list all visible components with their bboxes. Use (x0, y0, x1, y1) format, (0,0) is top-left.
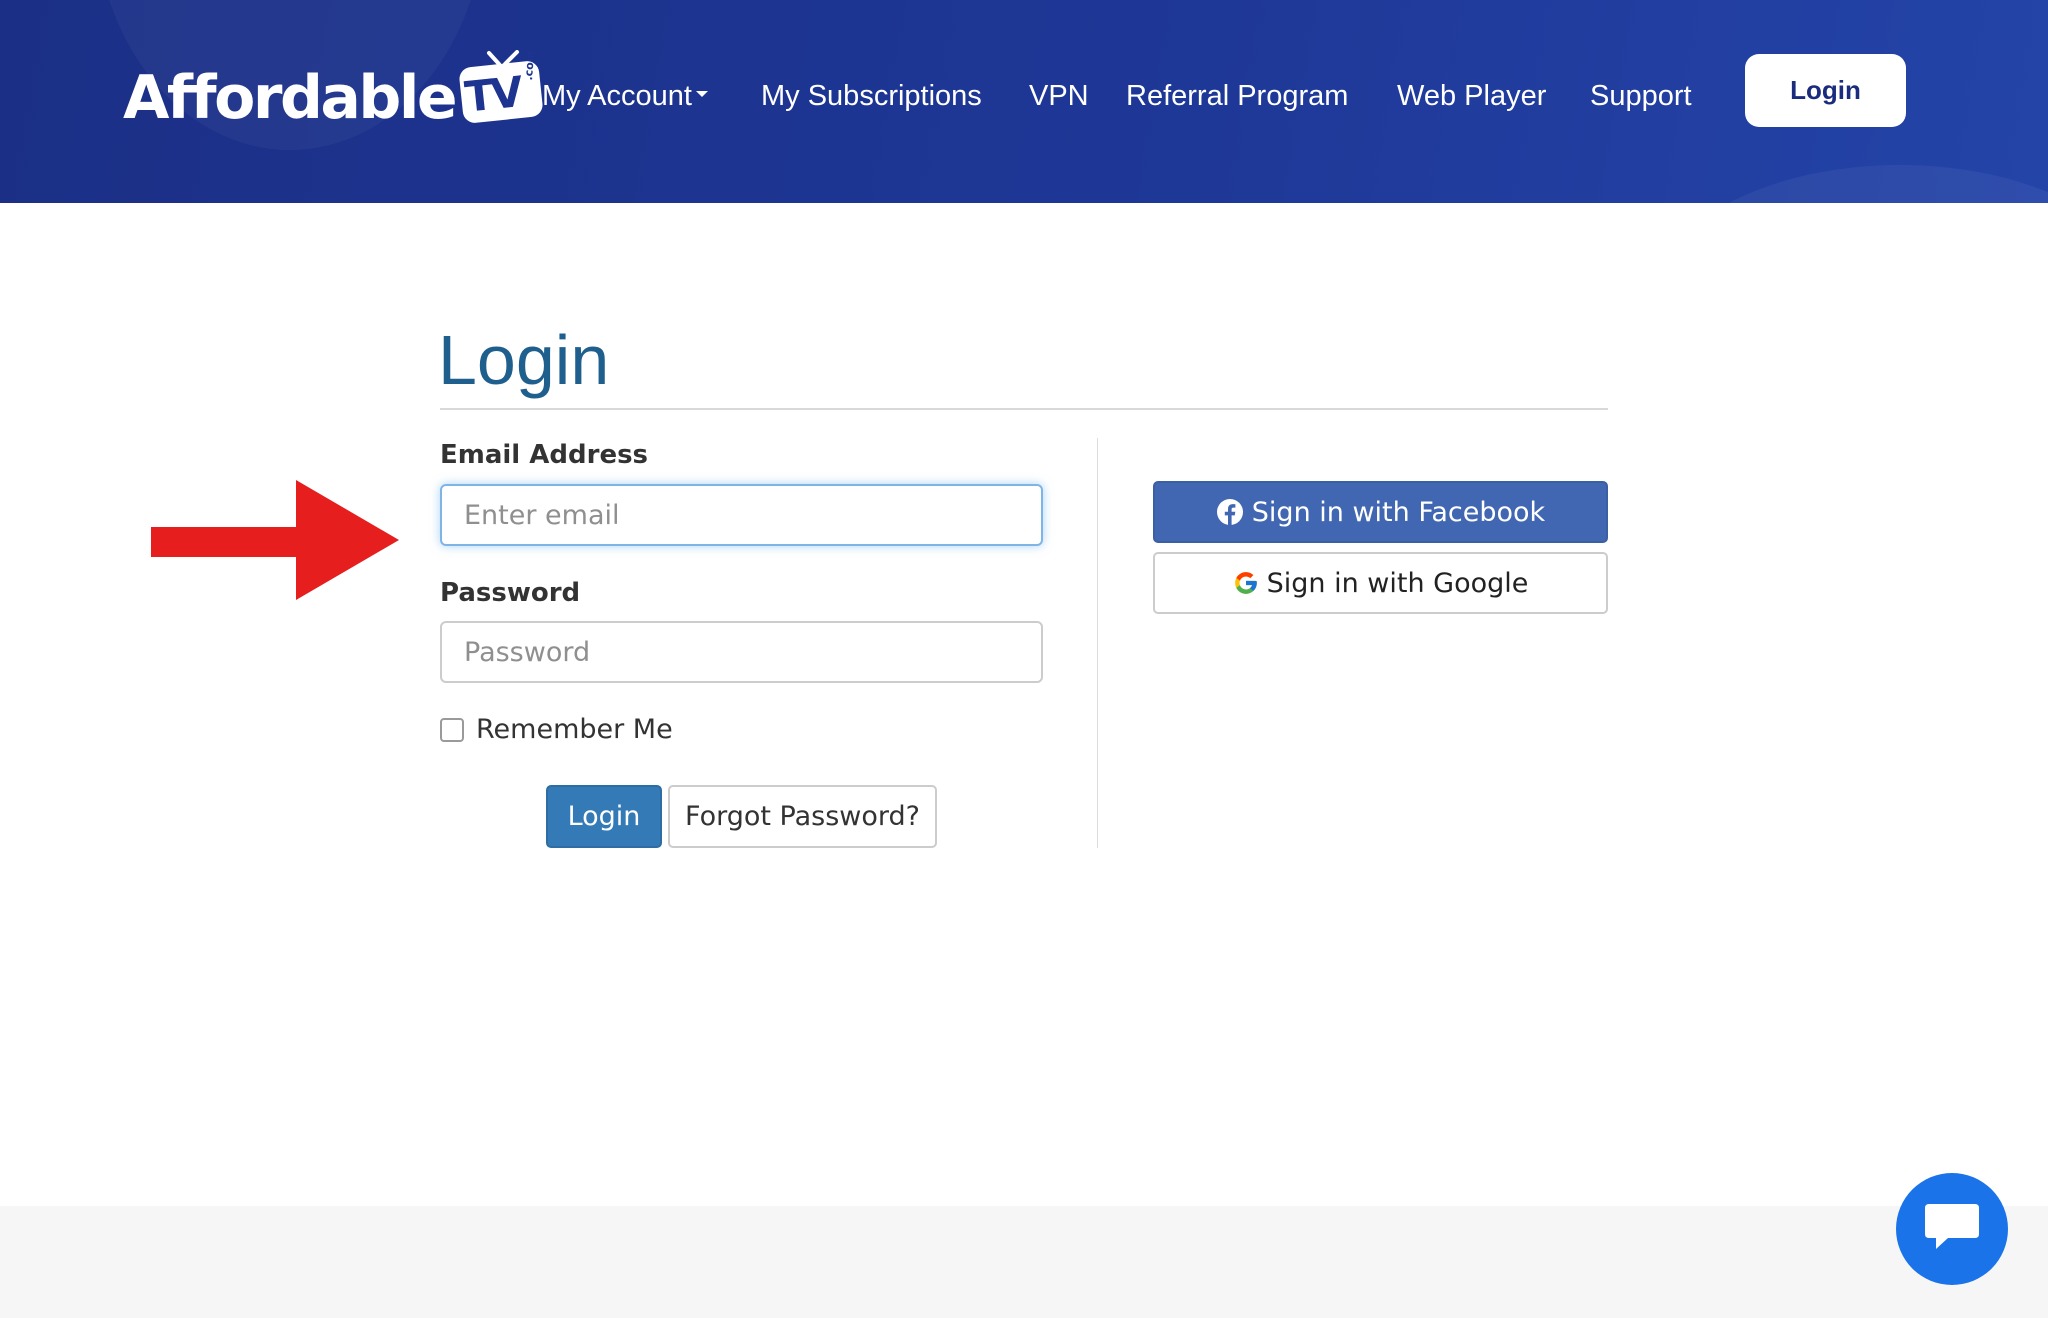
site-header: Affordable TV .com My Account My Subscri… (0, 0, 2048, 203)
nav-item-label: Referral Program (1126, 80, 1349, 112)
remember-me-label: Remember Me (476, 714, 673, 745)
login-submit-button[interactable]: Login (546, 785, 662, 848)
header-login-button[interactable]: Login (1745, 54, 1906, 127)
main-nav: My Account My Subscriptions VPN Referral… (0, 0, 2048, 192)
google-icon (1233, 570, 1259, 596)
red-arrow-annotation (151, 480, 399, 600)
nav-my-account[interactable]: My Account (542, 78, 708, 114)
column-divider (1097, 438, 1098, 848)
chat-widget-button[interactable] (1896, 1173, 2008, 1285)
google-signin-label: Sign in with Google (1266, 567, 1529, 599)
nav-referral-program[interactable]: Referral Program (1126, 78, 1348, 114)
email-input[interactable] (440, 484, 1043, 546)
caret-down-icon (695, 91, 708, 98)
remember-me[interactable]: Remember Me (440, 713, 673, 747)
forgot-password-button[interactable]: Forgot Password? (668, 785, 937, 848)
nav-item-label: My Subscriptions (761, 80, 982, 112)
page-footer (0, 1206, 2048, 1318)
nav-support[interactable]: Support (1590, 78, 1692, 114)
nav-item-label: VPN (1029, 80, 1089, 112)
password-label: Password (440, 578, 581, 608)
facebook-signin-button[interactable]: Sign in with Facebook (1153, 481, 1608, 543)
nav-item-label: Support (1590, 80, 1692, 112)
facebook-signin-label: Sign in with Facebook (1251, 496, 1546, 528)
nav-item-label: Web Player (1397, 80, 1547, 112)
page-title: Login (438, 321, 610, 399)
chat-icon (1924, 1202, 1980, 1256)
remember-me-checkbox[interactable] (440, 718, 464, 742)
google-signin-button[interactable]: Sign in with Google (1153, 552, 1608, 614)
nav-item-label: My Account (542, 80, 692, 112)
title-divider (440, 408, 1608, 410)
facebook-icon (1216, 498, 1244, 526)
email-label: Email Address (440, 440, 649, 470)
nav-vpn[interactable]: VPN (1029, 78, 1089, 114)
nav-my-subscriptions[interactable]: My Subscriptions (761, 78, 982, 114)
password-input[interactable] (440, 621, 1043, 683)
nav-web-player[interactable]: Web Player (1397, 78, 1546, 114)
